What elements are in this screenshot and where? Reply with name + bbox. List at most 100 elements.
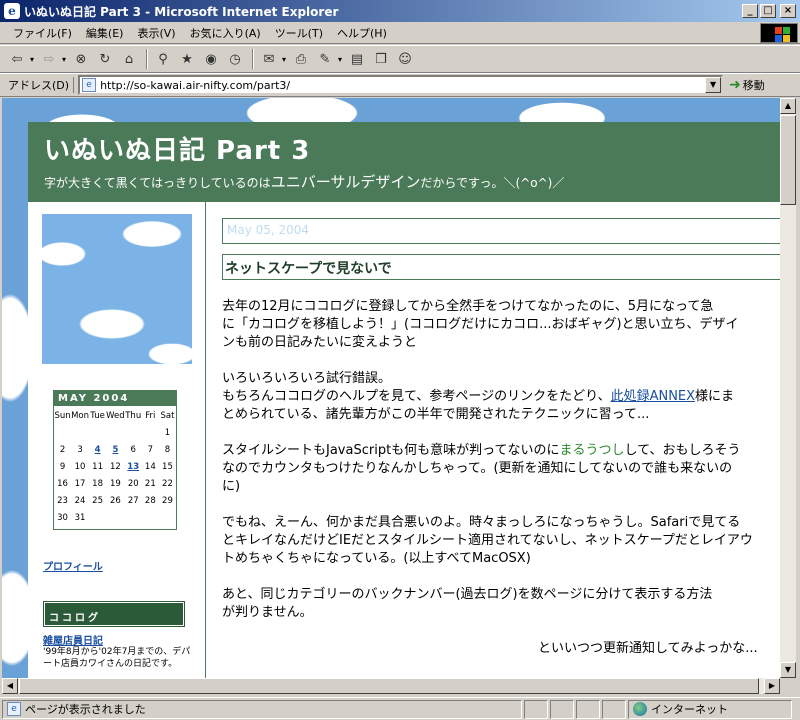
edit-dropdown-icon[interactable]: ▾ — [338, 55, 346, 64]
mail-dropdown-icon[interactable]: ▾ — [282, 55, 290, 64]
minimize-button[interactable]: _ — [742, 4, 758, 18]
scroll-up-icon[interactable]: ▲ — [780, 98, 796, 114]
home-icon[interactable]: ⌂ — [118, 48, 140, 70]
address-url[interactable]: http://so-kawai.air-nifty.com/part3/ — [100, 79, 705, 92]
address-label: アドレス(D) — [4, 77, 75, 93]
calendar-day: 26 — [109, 496, 121, 506]
address-dropdown-icon[interactable]: ▼ — [705, 77, 722, 93]
calendar-day: 27 — [127, 496, 139, 506]
print-icon[interactable]: ⎙ — [290, 48, 312, 70]
calendar-day: 21 — [144, 479, 156, 489]
paragraph-6: といいつつ更新通知してみよっかな... — [222, 640, 780, 658]
calendar-empty-cell — [89, 425, 106, 442]
calendar-day-header: Fri — [145, 411, 156, 421]
history-icon[interactable]: ◷ — [224, 48, 246, 70]
calendar-empty-cell — [159, 510, 176, 527]
menu-help[interactable]: ヘルプ(H) — [330, 23, 394, 43]
vertical-scrollbar[interactable]: ▲ ▼ — [780, 98, 796, 678]
calendar-day-header: Sat — [160, 411, 175, 421]
calendar-month: MAY 2004 — [54, 391, 176, 406]
text-line: トめちゃくちゃになっている。(以上すべてMacOSX) — [222, 551, 531, 566]
calendar-day[interactable]: 13 — [125, 459, 142, 476]
cocolog-heading: ココログ — [43, 601, 185, 627]
address-input[interactable]: e http://so-kawai.air-nifty.com/part3/ ▼ — [78, 75, 724, 95]
calendar-day: 24 — [74, 496, 86, 506]
blog-subtitle: 字が大きくて黒くてはっきりしているのはユニバーサルデザインだからですっ。＼(^o… — [44, 171, 780, 192]
calendar-day[interactable]: 5 — [106, 442, 125, 459]
calendar-empty-cell — [142, 510, 159, 527]
blog-link[interactable]: 雑屋店員日記 — [43, 632, 103, 647]
scroll-left-icon[interactable]: ◀ — [2, 678, 18, 694]
text-line: に) — [222, 479, 241, 494]
menu-tools[interactable]: ツール(T) — [268, 23, 330, 43]
calendar-day-header: Sun — [54, 411, 71, 421]
calendar-day: 31 — [74, 513, 86, 523]
highlight-text: まるうつし — [559, 443, 625, 458]
calendar-empty-cell — [142, 425, 159, 442]
vertical-scroll-thumb[interactable] — [780, 115, 796, 205]
toolbar: ⇦ ▾ ⇨ ▾ ⊗ ↻ ⌂ ⚲ ★ ◉ ◷ ✉ ▾ ⎙ ✎ ▾ ▤ ❒ ☺ — [0, 45, 800, 73]
text-line: なのでカウンタもつけたりなんかしちゃって。(更新を通知にしてないので誰も来ないの — [222, 461, 733, 476]
page-icon: e — [82, 78, 97, 92]
post-body: 去年の12月にココログに登録してから全然手をつけてなかったのに、5月になって急 … — [222, 298, 780, 658]
main-column: May 05, 2004 ネットスケープで見ないで 去年の12月にココログに登録… — [222, 218, 780, 676]
blog-container: いぬいぬ日記 Part 3 字が大きくて黒くてはっきりしているのはユニバーサルデ… — [28, 122, 780, 678]
post-title: ネットスケープで見ないで — [222, 254, 780, 280]
calendar-day: 25 — [92, 496, 103, 506]
blog-title[interactable]: いぬいぬ日記 Part 3 — [44, 130, 780, 167]
scroll-right-icon[interactable]: ▶ — [764, 678, 780, 694]
text-line: いろいろいろいろ試行錯誤。 — [222, 371, 392, 386]
back-icon[interactable]: ⇦ — [6, 48, 28, 70]
calendar-day: 20 — [127, 479, 139, 489]
research-icon[interactable]: ❒ — [370, 48, 392, 70]
horizontal-scroll-thumb[interactable] — [19, 678, 759, 694]
search-icon[interactable]: ⚲ — [152, 48, 174, 70]
annex-link[interactable]: 此処録ANNEX — [611, 389, 695, 404]
text-line: ンも前の日記みたいに変えようと — [222, 335, 418, 350]
subtitle-big: ユニバーサルデザイン — [270, 173, 421, 191]
status-cell — [550, 699, 574, 719]
calendar-day: 23 — [57, 496, 68, 506]
scroll-down-icon[interactable]: ▼ — [780, 662, 796, 678]
menu-view[interactable]: 表示(V) — [130, 23, 182, 43]
back-dropdown-icon[interactable]: ▾ — [30, 55, 38, 64]
profile-link[interactable]: プロフィール — [43, 558, 103, 573]
messenger-icon[interactable]: ☺ — [394, 48, 416, 70]
calendar-day: 2 — [59, 445, 66, 455]
text-line: あと、同じカテゴリーのバックナンバー(過去ログ)を数ページに分けて表示する方法 — [222, 587, 713, 602]
calendar-day: 16 — [57, 479, 68, 489]
calendar-empty-cell — [71, 425, 89, 442]
calendar-day[interactable]: 4 — [89, 442, 106, 459]
blog-description: '99年8月から'02年7月までの、デパート店員カワイさんの日記です。 — [43, 647, 191, 669]
discuss-icon[interactable]: ▤ — [346, 48, 368, 70]
stop-icon[interactable]: ⊗ — [70, 48, 92, 70]
menu-favorites[interactable]: お気に入り(A) — [183, 23, 268, 43]
close-button[interactable]: × — [780, 4, 796, 18]
title-bar: e いぬいぬ日記 Part 3 - Microsoft Internet Exp… — [0, 0, 800, 22]
calendar-day: 11 — [92, 462, 103, 472]
go-label: 移動 — [742, 79, 765, 92]
calendar-day-header: Mon — [71, 411, 90, 421]
calendar-day: 19 — [109, 479, 121, 489]
media-icon[interactable]: ◉ — [200, 48, 222, 70]
forward-icon[interactable]: ⇨ — [38, 48, 60, 70]
mail-icon[interactable]: ✉ — [258, 48, 280, 70]
status-cell — [524, 699, 548, 719]
calendar-grid: Sun Mon Tue Wed Thu Fri Sat 1 2 3 4 5 6 7 8 9 10 11 12 13 14… — [54, 406, 176, 529]
paragraph-1: 去年の12月にココログに登録してから全然手をつけてなかったのに、5月になって急 … — [222, 298, 780, 352]
go-button[interactable]: ➜ 移動 — [729, 77, 765, 93]
go-arrow-icon: ➜ — [729, 77, 741, 93]
calendar-day: 14 — [144, 462, 156, 472]
calendar-day: 30 — [57, 513, 68, 523]
maximize-button[interactable]: □ — [760, 4, 776, 18]
toolbar-separator — [252, 49, 254, 69]
calendar-empty-cell — [106, 425, 125, 442]
favorites-icon[interactable]: ★ — [176, 48, 198, 70]
edit-icon[interactable]: ✎ — [314, 48, 336, 70]
menu-file[interactable]: ファイル(F) — [6, 23, 79, 43]
refresh-icon[interactable]: ↻ — [94, 48, 116, 70]
menu-edit[interactable]: 編集(E) — [79, 23, 131, 43]
text-line: とめられている、諸先輩方がこの半年で開発されたテクニックに習って... — [222, 407, 650, 422]
horizontal-scrollbar[interactable]: ◀ ▶ — [2, 678, 780, 694]
forward-dropdown-icon[interactable]: ▾ — [62, 55, 70, 64]
